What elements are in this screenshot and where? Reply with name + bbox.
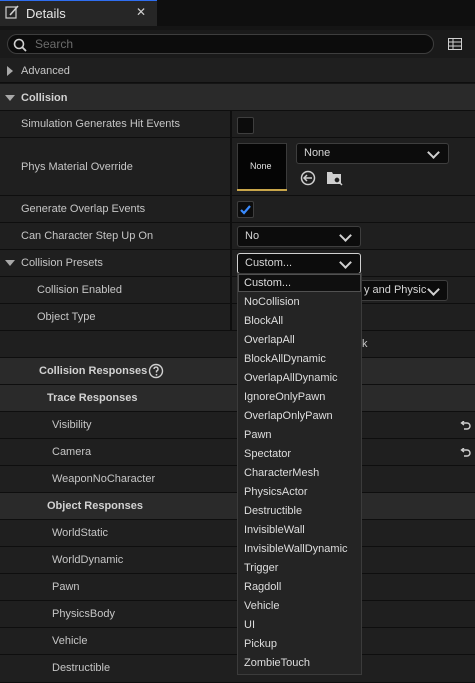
search-placeholder: Search bbox=[35, 37, 74, 51]
world-dynamic-label: WorldDynamic bbox=[52, 554, 124, 566]
dropdown-item[interactable]: Custom... bbox=[244, 277, 291, 289]
close-icon[interactable]: ✕ bbox=[136, 5, 146, 19]
splitter[interactable] bbox=[230, 111, 232, 138]
dropdown-item[interactable]: Pickup bbox=[244, 638, 277, 650]
reset-to-default-icon[interactable] bbox=[459, 421, 471, 431]
dropdown-item[interactable]: Vehicle bbox=[244, 600, 279, 612]
dropdown-item[interactable]: Destructible bbox=[244, 505, 302, 517]
collapse-arrow-icon[interactable] bbox=[5, 260, 15, 266]
gen-overlap-label: Generate Overlap Events bbox=[21, 203, 146, 215]
weapon-label: WeaponNoCharacter bbox=[52, 473, 156, 485]
advanced-category[interactable] bbox=[0, 58, 475, 83]
dropdown-item[interactable]: NoCollision bbox=[244, 296, 300, 308]
property-matrix-icon[interactable] bbox=[448, 38, 462, 50]
dropdown-item[interactable]: UI bbox=[244, 619, 255, 631]
sim-hit-label: Simulation Generates Hit Events bbox=[21, 118, 180, 130]
splitter[interactable] bbox=[230, 223, 232, 250]
dropdown-item[interactable]: Pawn bbox=[244, 429, 272, 441]
pawn-label: Pawn bbox=[52, 581, 80, 593]
collision-responses-label: Collision Responses bbox=[39, 365, 148, 377]
chevron-down-icon bbox=[427, 283, 440, 296]
step-up-combo[interactable]: No bbox=[237, 226, 361, 247]
checkmark-icon bbox=[240, 205, 251, 215]
object-type-partial: k bbox=[362, 338, 368, 350]
tab-title: Details bbox=[26, 6, 66, 21]
chevron-down-icon bbox=[339, 256, 352, 269]
presets-combo[interactable]: Custom... bbox=[237, 253, 361, 274]
phys-material-label: Phys Material Override bbox=[21, 161, 133, 173]
physics-body-label: PhysicsBody bbox=[52, 608, 115, 620]
splitter[interactable] bbox=[230, 304, 232, 331]
presets-value: Custom... bbox=[245, 257, 293, 269]
expand-arrow-icon[interactable] bbox=[7, 66, 13, 76]
dropdown-item[interactable]: Ragdoll bbox=[244, 581, 281, 593]
reset-to-default-icon[interactable] bbox=[459, 448, 471, 458]
visibility-label: Visibility bbox=[52, 419, 92, 431]
advanced-label: Advanced bbox=[21, 65, 70, 77]
material-thumbnail-text: None bbox=[250, 161, 272, 171]
splitter[interactable] bbox=[230, 138, 232, 196]
trace-responses-label: Trace Responses bbox=[47, 392, 138, 404]
object-type-label: Object Type bbox=[37, 311, 96, 323]
dropdown-item[interactable]: BlockAllDynamic bbox=[244, 353, 326, 365]
browse-asset-icon[interactable] bbox=[326, 169, 343, 186]
material-combo-value: None bbox=[304, 147, 331, 159]
splitter[interactable] bbox=[230, 196, 232, 223]
dropdown-item[interactable]: CharacterMesh bbox=[244, 467, 319, 479]
object-responses-label: Object Responses bbox=[47, 500, 143, 512]
destructible-label: Destructible bbox=[52, 662, 111, 674]
presets-dropdown-list: Custom... NoCollision BlockAll OverlapAll Bl… bbox=[237, 273, 362, 675]
dropdown-item[interactable]: OverlapOnlyPawn bbox=[244, 410, 333, 422]
presets-label: Collision Presets bbox=[21, 257, 103, 269]
dropdown-item[interactable]: ZombieTouch bbox=[244, 657, 310, 669]
dropdown-item[interactable]: OverlapAll bbox=[244, 334, 295, 346]
collapse-arrow-icon[interactable] bbox=[5, 95, 15, 101]
use-selected-asset-icon[interactable] bbox=[300, 170, 316, 186]
splitter[interactable] bbox=[230, 277, 232, 304]
sim-hit-checkbox[interactable] bbox=[237, 117, 254, 134]
dropdown-item[interactable]: IgnoreOnlyPawn bbox=[244, 391, 325, 403]
step-up-label: Can Character Step Up On bbox=[21, 230, 154, 242]
search-icon bbox=[13, 38, 27, 52]
camera-label: Camera bbox=[52, 446, 92, 458]
splitter[interactable] bbox=[230, 250, 232, 277]
step-up-value: No bbox=[245, 230, 260, 242]
world-static-label: WorldStatic bbox=[52, 527, 109, 539]
dropdown-item[interactable]: InvisibleWall bbox=[244, 524, 305, 536]
collision-category[interactable] bbox=[0, 84, 475, 111]
chevron-down-icon bbox=[427, 146, 440, 159]
details-icon bbox=[5, 5, 19, 19]
dropdown-item[interactable]: InvisibleWallDynamic bbox=[244, 543, 348, 555]
dropdown-item[interactable]: OverlapAllDynamic bbox=[244, 372, 338, 384]
dropdown-item[interactable]: Trigger bbox=[244, 562, 278, 574]
vehicle-label: Vehicle bbox=[52, 635, 88, 647]
help-icon[interactable] bbox=[148, 363, 164, 379]
dropdown-item[interactable]: Spectator bbox=[244, 448, 291, 460]
dropdown-item[interactable]: PhysicsActor bbox=[244, 486, 308, 498]
chevron-down-icon bbox=[339, 229, 352, 242]
thumbnail-bar bbox=[237, 189, 287, 191]
dropdown-item[interactable]: BlockAll bbox=[244, 315, 283, 327]
material-combo[interactable]: None bbox=[296, 143, 449, 164]
enabled-value: y and Physic bbox=[364, 284, 427, 296]
tab-details[interactable] bbox=[0, 0, 157, 26]
enabled-label: Collision Enabled bbox=[37, 284, 122, 296]
collision-label: Collision bbox=[21, 92, 68, 104]
